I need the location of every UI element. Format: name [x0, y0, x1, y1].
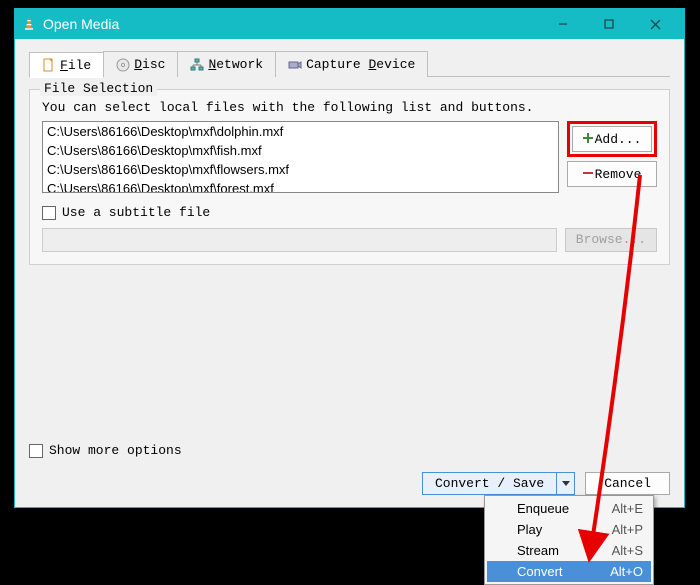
- tab-disc[interactable]: Disc: [103, 51, 178, 77]
- list-item[interactable]: C:\Users\86166\Desktop\mxf\fish.mxf: [43, 141, 558, 160]
- open-media-dialog: Open Media File Disc Network Capture Dev: [14, 8, 685, 508]
- button-label: Add...: [595, 132, 642, 147]
- menu-label: Play: [517, 522, 542, 537]
- maximize-button[interactable]: [586, 9, 632, 39]
- file-selection-group: File Selection You can select local file…: [29, 89, 670, 265]
- menu-label: Stream: [517, 543, 559, 558]
- vlc-cone-icon: [21, 16, 37, 32]
- add-button-highlight: Add...: [567, 121, 657, 157]
- subtitle-label: Use a subtitle file: [62, 205, 210, 220]
- file-icon: [42, 58, 56, 72]
- tab-hotkey: D: [134, 57, 142, 72]
- tab-hotkey: N: [208, 57, 216, 72]
- tab-strip: File Disc Network Capture Device: [29, 51, 670, 77]
- menu-shortcut: Alt+P: [612, 522, 643, 537]
- menu-item-enqueue[interactable]: Enqueue Alt+E: [487, 498, 651, 519]
- browse-button: Browse...: [565, 228, 657, 252]
- capture-icon: [288, 58, 302, 72]
- subtitle-path-input: [42, 228, 557, 252]
- add-button[interactable]: Add...: [572, 126, 652, 152]
- minus-icon: [583, 167, 593, 182]
- menu-item-convert[interactable]: Convert Alt+O: [487, 561, 651, 582]
- list-item[interactable]: C:\Users\86166\Desktop\mxf\flowsers.mxf: [43, 160, 558, 179]
- convert-save-split-button[interactable]: Convert / Save: [422, 472, 575, 495]
- close-button[interactable]: [632, 9, 678, 39]
- menu-shortcut: Alt+E: [612, 501, 643, 516]
- convert-save-dropdown-menu: Enqueue Alt+E Play Alt+P Stream Alt+S Co…: [484, 495, 654, 585]
- list-item[interactable]: C:\Users\86166\Desktop\mxf\dolphin.mxf: [43, 122, 558, 141]
- plus-icon: [583, 132, 593, 147]
- show-more-label: Show more options: [49, 443, 182, 458]
- menu-shortcut: Alt+O: [610, 564, 643, 579]
- titlebar[interactable]: Open Media: [15, 9, 684, 39]
- file-list[interactable]: C:\Users\86166\Desktop\mxf\dolphin.mxf C…: [42, 121, 559, 193]
- instruction-text: You can select local files with the foll…: [42, 100, 657, 115]
- tab-hotkey: F: [60, 58, 68, 73]
- menu-item-stream[interactable]: Stream Alt+S: [487, 540, 651, 561]
- minimize-button[interactable]: [540, 9, 586, 39]
- menu-label: Convert: [517, 564, 563, 579]
- cancel-button[interactable]: Cancel: [585, 472, 670, 495]
- subtitle-checkbox[interactable]: [42, 206, 56, 220]
- convert-save-dropdown-arrow[interactable]: [556, 473, 574, 494]
- network-icon: [190, 58, 204, 72]
- button-label: Remove: [595, 167, 642, 182]
- convert-save-button-main[interactable]: Convert / Save: [423, 473, 556, 494]
- groupbox-title: File Selection: [40, 81, 157, 96]
- list-item[interactable]: C:\Users\86166\Desktop\mxf\forest.mxf: [43, 179, 558, 193]
- tab-network[interactable]: Network: [177, 51, 276, 77]
- window-title: Open Media: [43, 16, 540, 32]
- show-more-checkbox[interactable]: [29, 444, 43, 458]
- tab-hotkey: D: [368, 57, 376, 72]
- remove-button[interactable]: Remove: [567, 161, 657, 187]
- menu-item-play[interactable]: Play Alt+P: [487, 519, 651, 540]
- tab-file[interactable]: File: [29, 52, 104, 78]
- disc-icon: [116, 58, 130, 72]
- menu-shortcut: Alt+S: [612, 543, 643, 558]
- tab-capture-device[interactable]: Capture Device: [275, 51, 428, 77]
- menu-label: Enqueue: [517, 501, 569, 516]
